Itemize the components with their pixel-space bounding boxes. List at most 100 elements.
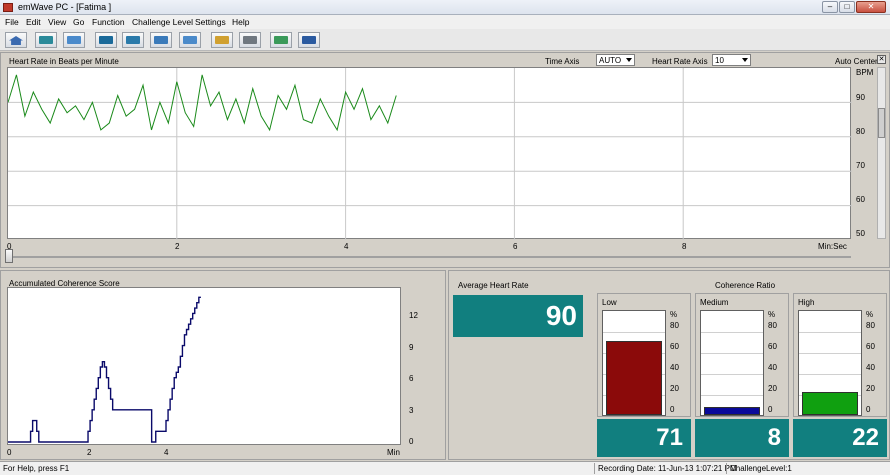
medium-ratio-bar xyxy=(704,406,760,415)
print-button[interactable] xyxy=(239,32,261,48)
high-ratio-bar xyxy=(802,392,858,415)
hr-y-tick: 90 xyxy=(856,93,865,102)
medium-label: Medium xyxy=(700,298,729,307)
menu-function[interactable]: Function xyxy=(92,17,125,27)
session-view-icon xyxy=(99,36,113,44)
avg-hr-value: 90 xyxy=(453,295,583,337)
low-bar-well xyxy=(602,310,666,416)
status-challenge-level: ChallengeLevel:1 xyxy=(730,464,792,473)
minimize-button[interactable]: – xyxy=(822,1,838,13)
open-folder-button[interactable] xyxy=(211,32,233,48)
coh-y-tick: 12 xyxy=(409,311,418,320)
home-button[interactable] xyxy=(5,32,27,48)
wave-chart-button[interactable] xyxy=(63,32,85,48)
summary-view-button[interactable] xyxy=(122,32,144,48)
chevron-down-icon xyxy=(626,58,632,62)
record-button[interactable] xyxy=(270,32,292,48)
help-icon xyxy=(302,36,316,44)
hr-axis-select[interactable]: 10 xyxy=(712,54,751,66)
scale-tick: 0 xyxy=(866,405,871,414)
hr-y-tick: 60 xyxy=(856,195,865,204)
hr-x-tick: 8 xyxy=(682,242,687,251)
scale-tick: 80 xyxy=(768,321,777,330)
summary-view-icon xyxy=(126,36,140,44)
menu-edit[interactable]: Edit xyxy=(26,17,41,27)
menu-challenge-level[interactable]: Challenge Level xyxy=(132,17,193,27)
scale-tick: 0 xyxy=(768,405,773,414)
scale-tick: 80 xyxy=(670,321,679,330)
hr-y-tick: 70 xyxy=(856,161,865,170)
hr-x-unit: Min:Sec xyxy=(818,242,847,251)
high-ratio-box: High % 80 60 40 20 0 xyxy=(793,293,887,417)
spectrum-view-button[interactable] xyxy=(150,32,172,48)
trend-view-button[interactable] xyxy=(179,32,201,48)
hr-vertical-scrollbar[interactable] xyxy=(877,67,886,239)
title-bar: emWave PC - [Fatima ] – □ ✕ xyxy=(0,0,890,15)
hr-chart-title: Heart Rate in Beats per Minute xyxy=(9,57,119,66)
close-button[interactable]: ✕ xyxy=(856,1,886,13)
grid-chart-button[interactable] xyxy=(35,32,57,48)
time-axis-select[interactable]: AUTO xyxy=(596,54,635,66)
menu-settings[interactable]: Settings xyxy=(195,17,226,27)
hr-x-tick: 4 xyxy=(344,242,349,251)
medium-ratio-box: Medium % 80 60 40 20 0 xyxy=(695,293,789,417)
scale-tick: 20 xyxy=(670,384,679,393)
menu-go[interactable]: Go xyxy=(73,17,84,27)
wave-chart-icon xyxy=(67,36,81,44)
chevron-down-icon xyxy=(742,58,748,62)
hr-x-tick: 2 xyxy=(175,242,180,251)
coh-y-tick: 9 xyxy=(409,343,414,352)
coherence-score-panel: Accumulated Coherence Score 12 9 6 3 0 0… xyxy=(0,270,446,460)
coh-y-tick: 6 xyxy=(409,374,414,383)
scale-tick: 20 xyxy=(768,384,777,393)
time-slider-thumb[interactable] xyxy=(5,249,13,263)
low-ratio-bar xyxy=(606,341,662,415)
coherence-score-line xyxy=(8,296,201,443)
print-icon xyxy=(243,36,257,44)
time-slider-track[interactable] xyxy=(7,256,851,258)
record-icon xyxy=(274,36,288,44)
menu-file[interactable]: File xyxy=(5,17,19,27)
time-axis-label: Time Axis xyxy=(545,57,580,66)
coherence-svg xyxy=(8,296,201,443)
scale-tick: 60 xyxy=(768,342,777,351)
coh-y-tick: 3 xyxy=(409,406,414,415)
menu-view[interactable]: View xyxy=(48,17,66,27)
scale-tick: 40 xyxy=(768,363,777,372)
high-ratio-value: 22 xyxy=(793,419,887,457)
hr-vertical-thumb[interactable] xyxy=(878,108,885,138)
scale-tick: 80 xyxy=(866,321,875,330)
scale-tick: 40 xyxy=(866,363,875,372)
coh-x-tick: 0 xyxy=(7,448,12,457)
maximize-button[interactable]: □ xyxy=(839,1,855,13)
pct-label: % xyxy=(670,310,678,319)
trend-view-icon xyxy=(183,36,197,44)
pct-label: % xyxy=(768,310,776,319)
coherence-plot xyxy=(7,287,401,445)
coherence-ratio-label: Coherence Ratio xyxy=(715,281,776,290)
pct-label: % xyxy=(866,310,874,319)
app-icon xyxy=(3,3,13,12)
auto-center-checkbox[interactable]: ✕ xyxy=(877,55,886,64)
medium-ratio-value: 8 xyxy=(695,419,789,457)
coh-y-tick: 0 xyxy=(409,437,414,446)
coh-x-unit: Min xyxy=(387,448,400,457)
spectrum-view-icon xyxy=(154,36,168,44)
scale-tick: 20 xyxy=(866,384,875,393)
scale-tick: 40 xyxy=(670,363,679,372)
scale-tick: 60 xyxy=(866,342,875,351)
avg-hr-label: Average Heart Rate xyxy=(458,281,529,290)
high-label: High xyxy=(798,298,815,307)
bpm-label: BPM xyxy=(856,68,874,77)
low-label: Low xyxy=(602,298,617,307)
window-title: emWave PC - [Fatima ] xyxy=(18,2,112,12)
low-ratio-value: 71 xyxy=(597,419,691,457)
scale-tick: 60 xyxy=(670,342,679,351)
menu-help[interactable]: Help xyxy=(232,17,249,27)
coh-x-tick: 2 xyxy=(87,448,92,457)
session-view-button[interactable] xyxy=(95,32,117,48)
auto-center-label: Auto Center xyxy=(835,57,878,66)
status-help-text: For Help, press F1 xyxy=(3,464,70,473)
help-button[interactable] xyxy=(298,32,320,48)
toolbar xyxy=(0,29,890,51)
